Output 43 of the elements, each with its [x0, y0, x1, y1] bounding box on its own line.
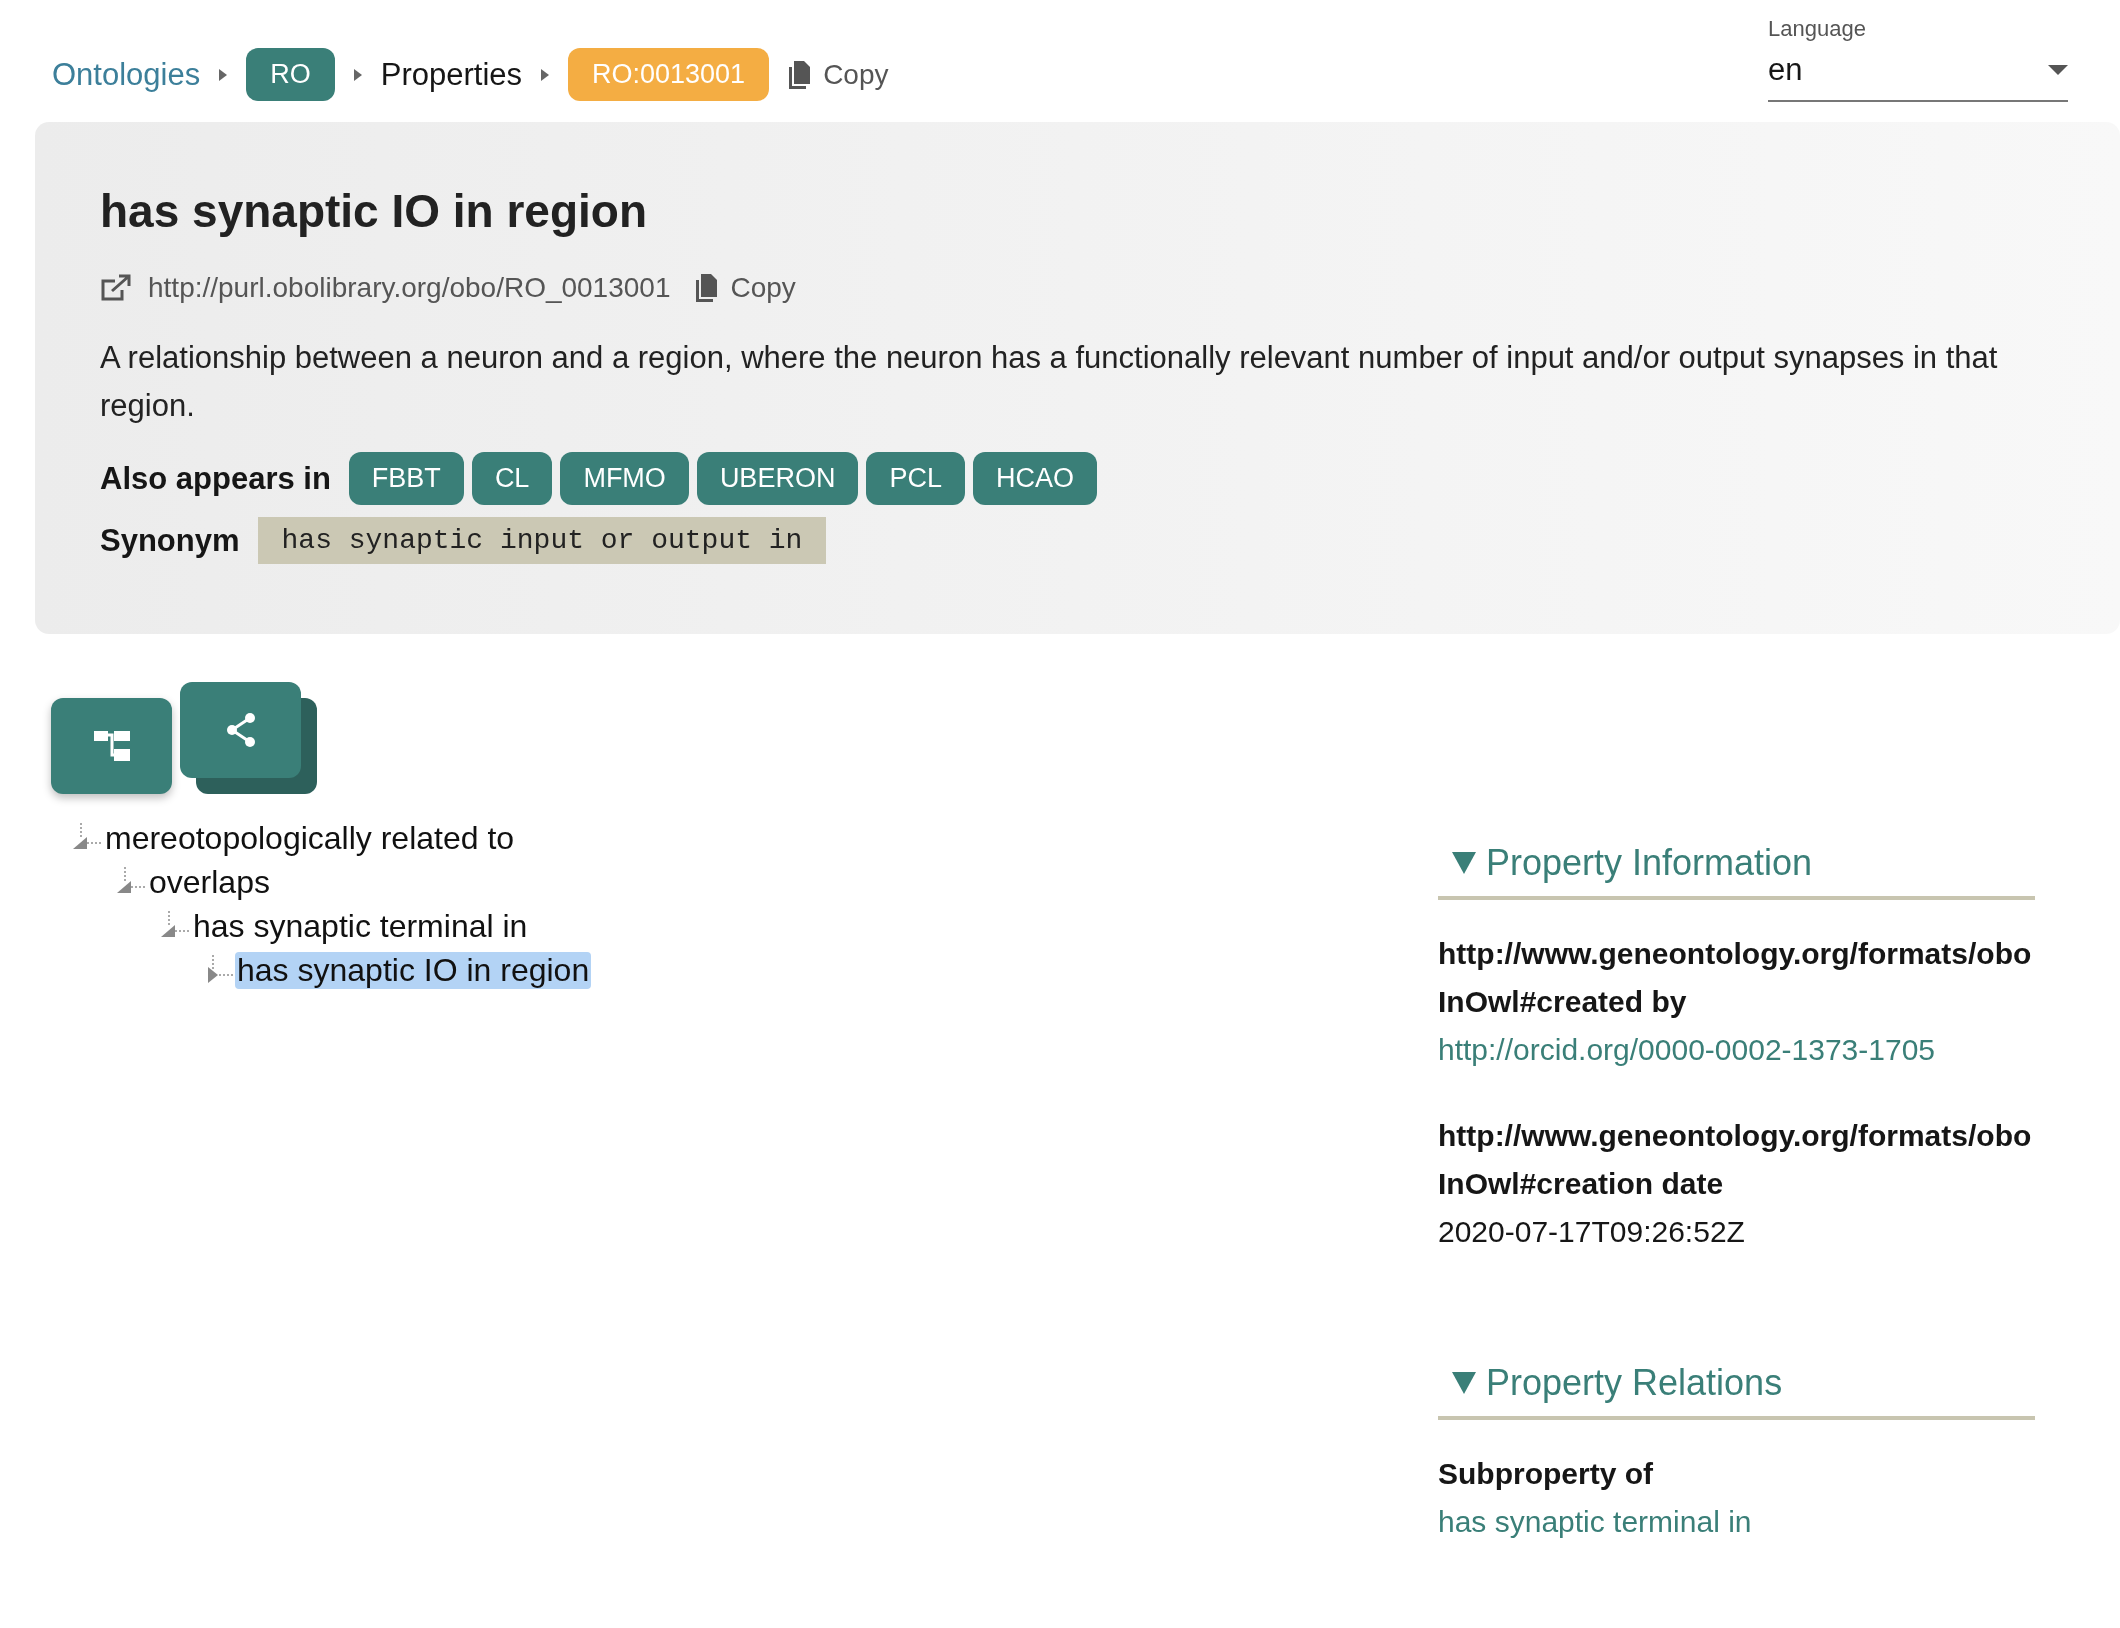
- also-appears-label: Also appears in: [100, 460, 331, 497]
- tree-view-button[interactable]: [51, 698, 172, 794]
- copy-button[interactable]: Copy: [694, 272, 796, 304]
- tree-node[interactable]: has synaptic IO in region: [235, 951, 592, 989]
- copy-icon: [787, 60, 812, 89]
- chevron-icon: [218, 67, 229, 82]
- chevron-icon: [540, 67, 550, 82]
- ontology-button[interactable]: FBBT: [348, 452, 464, 505]
- ontology-button[interactable]: UBERON: [696, 452, 859, 505]
- property-label: http://www.geneontology.org/formats/oboInOwl#created by: [1438, 936, 2033, 1020]
- ontology-button[interactable]: CL: [471, 452, 553, 505]
- id-badge: RO:0013001: [568, 48, 770, 101]
- tree-icon: [93, 729, 130, 763]
- breadcrumb-text: Properties: [380, 56, 522, 93]
- property-label: Subproperty of: [1438, 1456, 1654, 1492]
- language-label: Language: [1768, 16, 1867, 42]
- copy-icon: [694, 274, 719, 302]
- breadcrumb-link[interactable]: Ontologies: [52, 56, 201, 93]
- property-value-link[interactable]: has synaptic terminal in: [1438, 1498, 2035, 1546]
- ontology-button[interactable]: PCL: [866, 452, 965, 505]
- section-header[interactable]: Property Relations: [1438, 1362, 2035, 1420]
- triangle-icon: [1452, 852, 1476, 874]
- description: A relationship between a neuron and a region, where the neuron has a functionally relevant number of input and/or output synapses in that region.: [100, 339, 1999, 425]
- property-title: has synaptic IO in region: [100, 184, 648, 238]
- tree-node[interactable]: has synaptic terminal in: [191, 907, 530, 945]
- dropdown-caret-icon: [2048, 65, 2068, 75]
- synonym: has synaptic input or output in: [257, 517, 827, 564]
- iri-link[interactable]: http://purl.obolibrary.org/obo/RO_0013001: [148, 272, 671, 304]
- synonym-label: Synonym: [100, 522, 240, 559]
- triangle-icon: [1452, 1372, 1476, 1394]
- tree-node[interactable]: mereotopologically related to: [103, 819, 517, 857]
- ontology-button[interactable]: MFMO: [560, 452, 689, 505]
- ontology-button[interactable]: HCAO: [972, 452, 1097, 505]
- tree-node[interactable]: overlaps: [147, 863, 272, 901]
- ontology-badge[interactable]: RO: [246, 48, 335, 101]
- language-select[interactable]: en: [1768, 42, 2068, 102]
- section-header[interactable]: Property Information: [1438, 842, 2035, 900]
- chevron-icon: [352, 67, 363, 82]
- property-value: 2020-07-17T09:26:52Z: [1438, 1214, 1746, 1250]
- copy-button[interactable]: Copy: [787, 58, 889, 91]
- property-value-link[interactable]: http://orcid.org/0000-0002-1373-1705: [1438, 1026, 2035, 1074]
- property-label: http://www.geneontology.org/formats/oboInOwl#creation date: [1438, 1118, 2033, 1202]
- external-link-icon: [100, 274, 132, 302]
